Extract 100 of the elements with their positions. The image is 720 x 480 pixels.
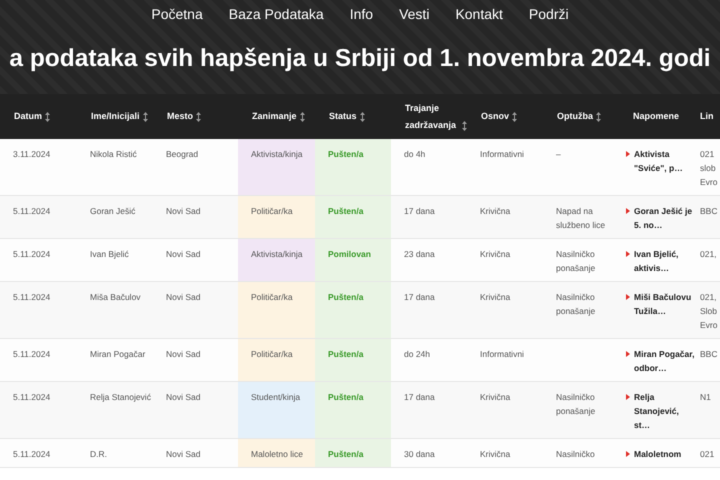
triangle-bullet-icon bbox=[626, 151, 630, 157]
link-text[interactable]: BBC bbox=[700, 204, 720, 218]
table-cell-text: Novi Sad bbox=[166, 205, 200, 218]
nav-link[interactable]: Info bbox=[336, 6, 386, 22]
table-cell-text: – bbox=[556, 148, 561, 161]
note-text[interactable]: Miran Pogačar, odbor… bbox=[634, 347, 695, 375]
table-cell-text: 5.11.2024 bbox=[13, 348, 50, 361]
note-text[interactable]: Relja Stanojević, st… bbox=[634, 390, 695, 432]
note-text[interactable]: Maloletnom bbox=[634, 447, 682, 461]
nav-link[interactable]: Početna bbox=[138, 6, 216, 22]
column-header[interactable]: Mesto bbox=[167, 108, 194, 125]
column-header[interactable]: Zanimanje bbox=[252, 108, 297, 125]
note-text[interactable]: Goran Ješić je 5. no… bbox=[634, 204, 695, 232]
table-cell: Student/kinja bbox=[238, 382, 315, 438]
table-cell-text: Krivična bbox=[480, 248, 510, 261]
table-cell: Političar/ka bbox=[238, 196, 315, 238]
table-cell-text: do 24h bbox=[404, 348, 430, 361]
nav-link[interactable]: Podrži bbox=[516, 6, 582, 22]
table-cell-text: 3.11.2024 bbox=[13, 148, 50, 161]
note-text[interactable]: Ivan Bjelić, aktivis… bbox=[634, 247, 695, 275]
column-header[interactable]: Status bbox=[329, 108, 357, 125]
table-cell-text: 17 dana bbox=[404, 391, 435, 404]
link-text[interactable]: 021 bbox=[700, 447, 720, 461]
table-cell-text: Informativni bbox=[480, 348, 524, 361]
triangle-bullet-icon bbox=[626, 394, 630, 400]
table-cell-text: Napad na službeno lice bbox=[556, 205, 606, 232]
nav-link[interactable]: Vesti bbox=[386, 6, 442, 22]
column-header: Napomene bbox=[633, 110, 680, 123]
table-cell: Pušten/a bbox=[315, 139, 391, 195]
table-cell-text: 30 dana bbox=[404, 448, 435, 461]
table-cell-text: Nikola Ristić bbox=[90, 148, 137, 161]
table-cell-text: 5.11.2024 bbox=[13, 205, 50, 218]
column-header[interactable]: Datum bbox=[14, 108, 42, 125]
table-cell-text: Nasilničko bbox=[556, 448, 595, 461]
table-cell-text: 5.11.2024 bbox=[13, 291, 50, 304]
link-text[interactable]: BBC bbox=[700, 347, 720, 361]
table-cell-text: 23 dana bbox=[404, 248, 435, 261]
table-cell-text: Novi Sad bbox=[166, 448, 200, 461]
table-cell: Pušten/a bbox=[315, 382, 391, 438]
link-text[interactable]: 021 slob Evro bbox=[700, 147, 720, 189]
column-header[interactable]: Ime/Inicijali bbox=[91, 108, 140, 125]
table-cell-text: Krivična bbox=[480, 205, 510, 218]
table-cell: Političar/ka bbox=[238, 339, 315, 381]
link-text[interactable]: 021, Slob Evro bbox=[700, 290, 720, 332]
table-cell-text: D.R. bbox=[90, 448, 107, 461]
table-cell-text: Relja Stanojević bbox=[90, 391, 151, 404]
sort-icon[interactable] bbox=[462, 120, 467, 130]
table-cell-text: Krivična bbox=[480, 391, 510, 404]
table-cell-text: Krivična bbox=[480, 448, 510, 461]
table-cell-text: Novi Sad bbox=[166, 348, 200, 361]
sort-icon[interactable] bbox=[196, 112, 202, 122]
column-header[interactable]: Osnov bbox=[481, 108, 510, 125]
table-cell-text: Novi Sad bbox=[166, 291, 200, 304]
table-cell-text: Krivična bbox=[480, 291, 510, 304]
triangle-bullet-icon bbox=[626, 294, 630, 300]
table-cell-text: Miran Pogačar bbox=[90, 348, 146, 361]
table-cell: Pušten/a bbox=[315, 339, 391, 381]
table-cell-text: Beograd bbox=[166, 148, 198, 161]
table-cell-text: 5.11.2024 bbox=[13, 391, 50, 404]
table-cell: Pušten/a bbox=[315, 196, 391, 238]
table-cell-text: Miša Bačulov bbox=[90, 291, 141, 304]
column-header: Lin bbox=[700, 110, 714, 123]
table-cell-text: Nasilničko ponašanje bbox=[556, 291, 596, 318]
sort-icon[interactable] bbox=[142, 112, 148, 122]
table-cell: Aktivista/kinja bbox=[238, 139, 315, 195]
sort-icon[interactable] bbox=[300, 112, 305, 122]
note-text[interactable]: Miši Bačulovu Tužila… bbox=[634, 290, 695, 318]
table-cell: Pušten/a bbox=[315, 282, 391, 338]
table-cell-text: Nasilničko ponašanje bbox=[556, 391, 596, 418]
table-cell: Aktivista/kinja bbox=[238, 239, 315, 281]
page-title: a podataka svih hapšenja u Srbiji od 1. novembra 2024. godi bbox=[9, 44, 711, 74]
table-cell-text: Novi Sad bbox=[166, 248, 200, 261]
table-cell-text: 17 dana bbox=[404, 205, 435, 218]
triangle-bullet-icon bbox=[626, 251, 630, 257]
column-header[interactable]: Optužba bbox=[557, 108, 593, 125]
table-cell-text: Goran Ješić bbox=[90, 205, 136, 218]
table-cell: Pomilovan bbox=[315, 239, 391, 281]
triangle-bullet-icon bbox=[626, 208, 630, 214]
table-cell-text: 5.11.2024 bbox=[13, 448, 50, 461]
nav-link[interactable]: Baza Podataka bbox=[216, 6, 337, 22]
table-cell-text: do 4h bbox=[404, 148, 426, 161]
table-cell-text: Novi Sad bbox=[166, 391, 200, 404]
sort-icon[interactable] bbox=[45, 112, 50, 122]
table-cell-text: Nasilničko ponašanje bbox=[556, 248, 596, 275]
triangle-bullet-icon bbox=[626, 451, 630, 457]
column-header[interactable]: Trajanje zadržavanja bbox=[405, 100, 459, 134]
link-text[interactable]: 021, bbox=[700, 247, 720, 261]
sort-icon[interactable] bbox=[512, 112, 518, 122]
sort-icon[interactable] bbox=[596, 112, 601, 122]
table-cell-text: 5.11.2024 bbox=[13, 248, 50, 261]
nav-link[interactable]: Kontakt bbox=[442, 6, 516, 22]
link-text[interactable]: N1 bbox=[700, 390, 720, 404]
triangle-bullet-icon bbox=[626, 351, 630, 357]
table-cell: Pušten/a bbox=[315, 439, 391, 467]
table-cell-text: Ivan Bjelić bbox=[90, 248, 129, 261]
table-cell: Političar/ka bbox=[238, 282, 315, 338]
note-text[interactable]: Aktivista "Sviće", p… bbox=[634, 147, 695, 175]
table-cell-text: 17 dana bbox=[404, 291, 435, 304]
table-cell-text: Informativni bbox=[480, 148, 524, 161]
sort-icon[interactable] bbox=[360, 112, 365, 122]
